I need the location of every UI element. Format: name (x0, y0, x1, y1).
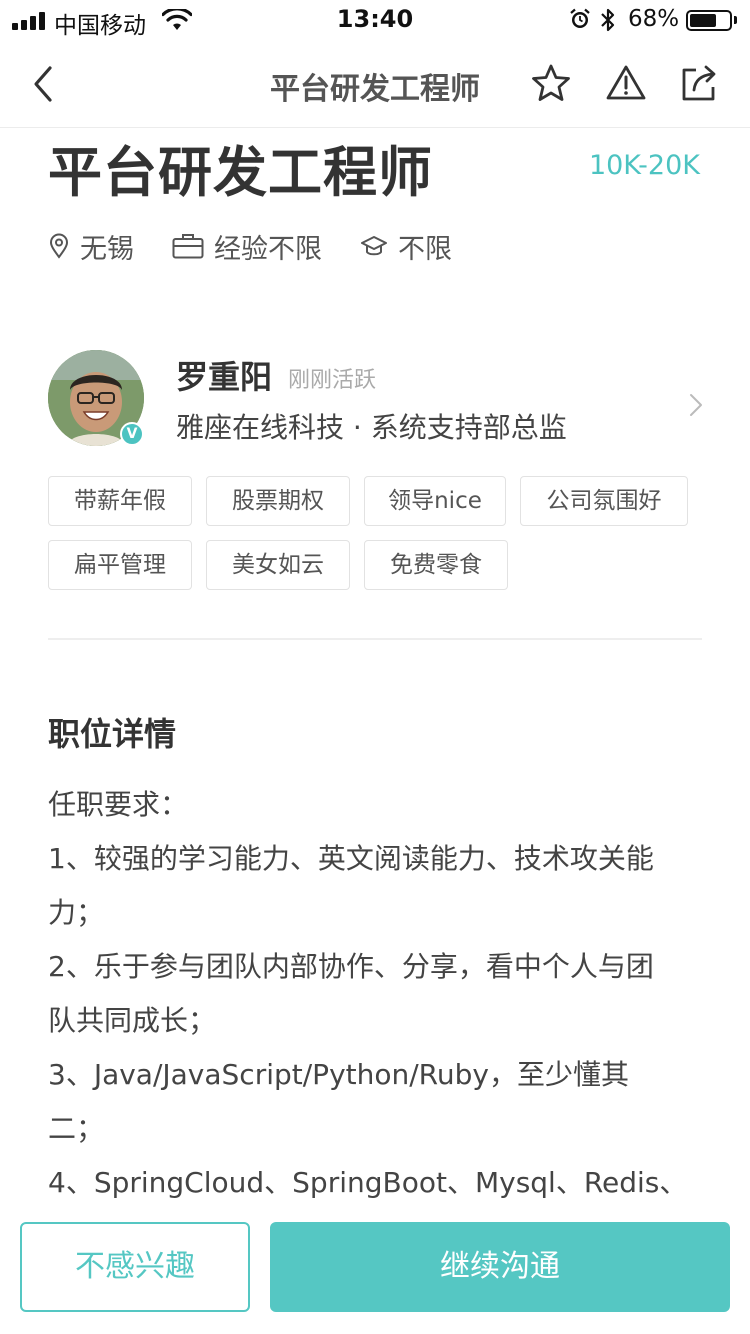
recruiter-name: 罗重阳 (176, 358, 273, 396)
nav-bar: 平台研发工程师 (0, 40, 750, 128)
battery-level-fill (690, 14, 716, 27)
tag: 带薪年假 (48, 476, 192, 526)
not-interested-button[interactable]: 不感兴趣 (20, 1222, 250, 1312)
section-title-job-details: 职位详情 (48, 715, 177, 753)
bottom-action-bar: 不感兴趣 继续沟通 (0, 1200, 750, 1334)
meta-experience-label: 经验不限 (214, 233, 322, 265)
share-icon[interactable] (679, 62, 721, 104)
tag: 领导nice (364, 476, 506, 526)
chevron-right-icon[interactable] (688, 392, 704, 418)
meta-education: 不限 (360, 227, 452, 266)
description-line: 队共同成长； (48, 1004, 217, 1037)
battery-icon (686, 10, 732, 31)
description-line: 3、Java/JavaScript/Python/Ruby，至少懂其 (48, 1058, 629, 1091)
job-meta: 无锡 经验不限 不限 (48, 226, 490, 266)
job-description: 任职要求： 1、较强的学习能力、英文阅读能力、技术攻关能 力； 2、乐于参与团队… (48, 778, 708, 1210)
tag: 扁平管理 (48, 540, 192, 590)
recruiter-active-status: 刚刚活跃 (288, 368, 377, 393)
job-title: 平台研发工程师 (48, 141, 433, 204)
alarm-icon (570, 8, 590, 28)
nav-title: 平台研发工程师 (270, 72, 480, 107)
recruiter-company-position: 雅座在线科技 · 系统支持部总监 (176, 411, 567, 444)
warning-icon[interactable] (605, 62, 647, 104)
star-icon[interactable] (530, 62, 572, 104)
back-icon[interactable] (28, 64, 60, 104)
description-line: 力； (48, 896, 105, 929)
description-line: 1、较强的学习能力、英文阅读能力、技术攻关能 (48, 842, 654, 875)
verified-badge: V (120, 422, 144, 446)
battery-cap (734, 16, 737, 24)
description-line: 二； (48, 1112, 105, 1145)
recruiter-card[interactable]: V 罗重阳 刚刚活跃 雅座在线科技 · 系统支持部总监 (48, 350, 708, 450)
status-bar: 中国移动 13:40 68% (0, 0, 750, 40)
continue-chat-button[interactable]: 继续沟通 (270, 1222, 730, 1312)
description-line: 任职要求： (48, 788, 189, 821)
graduation-cap-icon (361, 236, 387, 256)
location-pin-icon (49, 233, 69, 259)
divider (48, 638, 702, 640)
tag: 公司氛围好 (520, 476, 688, 526)
battery-percent: 68% (628, 6, 680, 32)
tag: 免费零食 (364, 540, 508, 590)
bluetooth-icon (601, 8, 615, 32)
meta-city-label: 无锡 (80, 233, 134, 265)
tag: 股票期权 (206, 476, 350, 526)
meta-city: 无锡 (48, 227, 134, 266)
meta-education-label: 不限 (398, 233, 452, 265)
tag: 美女如云 (206, 540, 350, 590)
briefcase-icon (172, 234, 204, 259)
description-line: 2、乐于参与团队内部协作、分享，看中个人与团 (48, 950, 654, 983)
job-salary: 10K-20K (588, 150, 700, 181)
meta-experience: 经验不限 (172, 227, 322, 266)
